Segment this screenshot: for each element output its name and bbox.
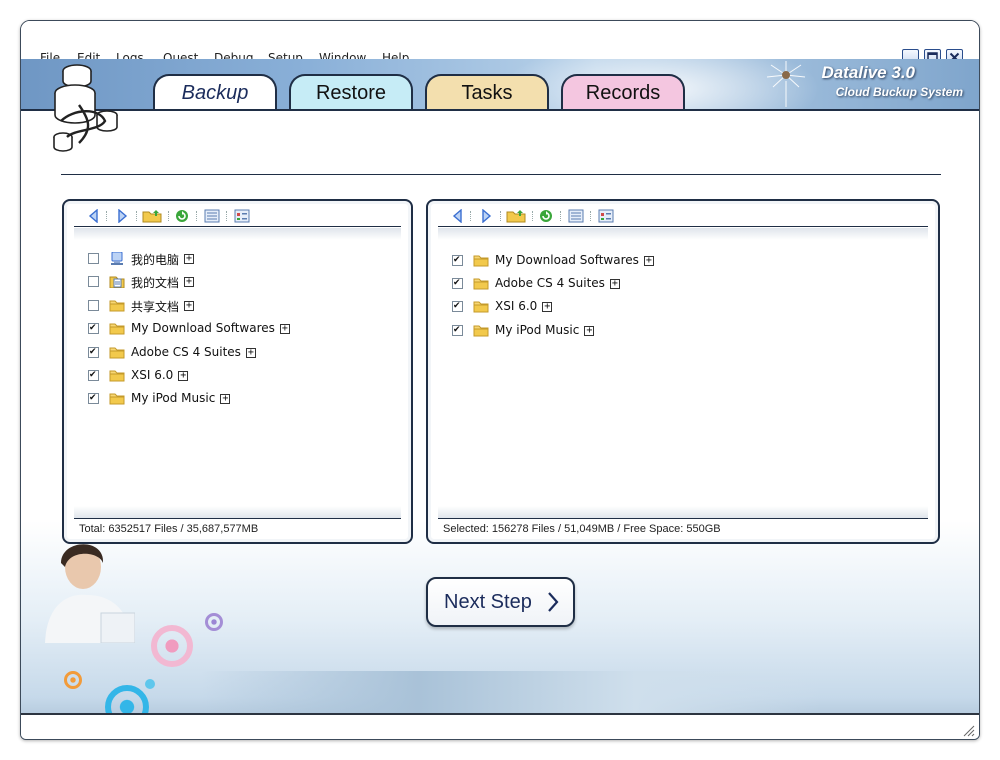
deco-circle-blue-small [145,679,155,689]
resize-grip-icon[interactable] [961,723,975,737]
expand-icon[interactable]: + [245,347,256,358]
folder-up-icon[interactable] [142,209,162,223]
documents-icon [109,275,125,289]
forward-arrow-icon[interactable] [114,209,130,223]
content-divider [61,174,941,175]
toolbar-separator [560,211,561,221]
toolbar-separator [106,211,107,221]
tree-item-label: 共享文档 [131,299,180,314]
tree-item-checkbox[interactable] [88,346,99,358]
toolbar-separator [532,211,533,221]
folder-icon [109,299,125,312]
tree-item-label: XSI 6.0 [131,368,174,382]
expand-icon[interactable]: + [178,371,189,381]
tree-item-label: My Download Softwares [495,253,639,267]
back-arrow-icon[interactable] [86,209,102,223]
list-view-icon[interactable] [204,209,220,223]
folder-icon [473,300,489,313]
panel-shade [438,228,928,240]
tree-item-checkbox[interactable] [452,324,463,336]
expand-icon[interactable]: + [279,324,290,335]
deco-circle-purple [205,613,223,631]
back-arrow-icon[interactable] [450,209,466,223]
chevron-right-icon [548,592,559,612]
toolbar-separator [136,211,137,221]
deco-circle-orange [64,671,82,689]
tree-item-label: 我的电脑 [131,253,180,267]
refresh-icon[interactable] [174,209,190,223]
tree-item-label: My iPod Music [495,322,580,337]
toolbar-separator [196,211,197,221]
forward-arrow-icon[interactable] [478,209,494,223]
brand-subtitle: Cloud Buckup System [835,85,963,99]
tab-backup[interactable]: Backup [153,74,277,109]
expand-icon[interactable]: + [542,302,553,313]
tree-item-checkbox[interactable] [88,299,99,311]
destination-panel: My Download Softwares + Adobe CS 4 Suites +… [426,199,940,544]
refresh-icon[interactable] [538,209,554,223]
panel-shade [74,506,401,518]
expand-icon[interactable]: + [184,254,195,264]
tree-item-checkbox[interactable] [88,393,99,405]
panel-shade [74,228,401,240]
folder-up-icon[interactable] [506,209,526,223]
tree-item-label: My Download Softwares [131,321,275,336]
tree-item-label: My iPod Music [131,391,216,406]
folder-icon [109,369,125,382]
detail-view-icon[interactable] [598,209,614,223]
toolbar-separator [590,211,591,221]
expand-icon[interactable]: + [220,394,231,405]
tree-item-checkbox[interactable] [88,370,99,381]
list-view-icon[interactable] [568,209,584,223]
folder-icon [473,254,489,267]
folder-icon [473,277,489,290]
dandelion-icon [766,61,806,107]
tab-records[interactable]: Records [561,74,685,109]
tree-item-checkbox[interactable] [88,276,99,288]
app-window: File Edit Logs Quest Debug Setup Window … [20,20,980,740]
tree-item-checkbox[interactable] [88,323,99,335]
folder-icon [109,322,125,335]
tree-item-label: Adobe CS 4 Suites [131,344,241,359]
tree-item-checkbox[interactable] [88,253,99,264]
source-panel: 我的电脑 + 我的文档 + 共享文档 + My Download Softwares + Ado… [62,199,413,544]
expand-icon[interactable]: + [584,325,595,336]
tree-item-label: 我的文档 [131,276,180,291]
tree-item-checkbox[interactable] [452,278,463,290]
toolbar-separator [500,211,501,221]
panel-shade [438,506,928,518]
database-logo-icon [53,64,118,152]
folder-icon [109,392,125,405]
expand-icon[interactable]: + [609,279,620,290]
expand-icon[interactable]: + [643,256,654,266]
folder-icon [109,346,125,359]
brand-title: Datalive 3.0 [821,63,915,82]
toolbar-separator [168,211,169,221]
tab-tasks[interactable]: Tasks [425,74,549,109]
computer-icon [109,251,125,265]
detail-view-icon[interactable] [234,209,250,223]
menu-bar: File Edit Logs Quest Debug Setup Window … [21,21,979,66]
source-toolbar [74,205,401,227]
tree-item-label: Adobe CS 4 Suites [495,276,605,291]
tree-item-checkbox[interactable] [452,255,463,266]
expand-icon[interactable]: + [184,277,195,288]
tab-restore[interactable]: Restore [289,74,413,109]
source-status: Total: 6352517 Files / 35,687,577MB [74,518,401,538]
next-step-button[interactable]: Next Step [426,577,575,627]
tree-item-label: XSI 6.0 [495,299,538,314]
window-statusbar [21,713,979,739]
folder-icon [473,324,489,337]
destination-status: Selected: 156278 Files / 51,049MB / Free… [438,518,928,538]
woman-illustration [45,544,135,643]
toolbar-separator [226,211,227,221]
tab-banner: Backup Restore Tasks Records Datalive 3.… [21,59,979,111]
expand-icon[interactable]: + [184,300,195,311]
tree-item-checkbox[interactable] [452,301,463,313]
toolbar-separator [470,211,471,221]
destination-toolbar [438,205,928,227]
next-step-label: Next Step [444,591,532,613]
deco-circle-pink [151,625,193,667]
